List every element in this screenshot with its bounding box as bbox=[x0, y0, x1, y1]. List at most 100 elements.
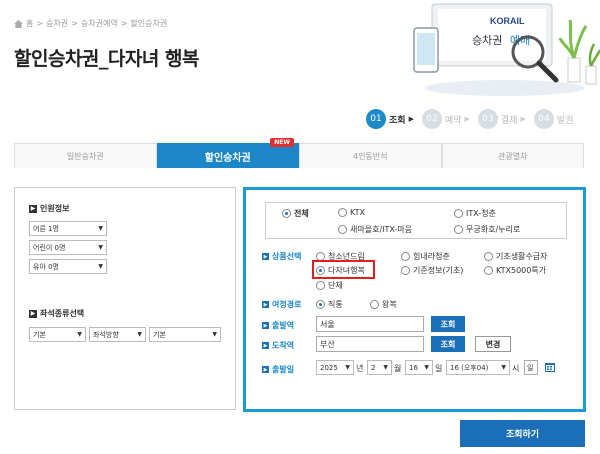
seat-type-heading: ▶ 좌석종류선택 bbox=[29, 308, 84, 319]
radio-dot bbox=[316, 281, 325, 290]
radio-product-group[interactable]: 단체 bbox=[316, 280, 343, 291]
year-unit: 년 bbox=[356, 364, 364, 373]
tab-general-ticket[interactable]: 일반승차권 bbox=[14, 143, 157, 168]
radio-dot bbox=[484, 266, 493, 275]
arrival-search-button[interactable]: 조회 bbox=[431, 336, 465, 352]
hour-value: 16 (오후04) bbox=[450, 363, 489, 372]
radio-label: 왕복 bbox=[382, 300, 397, 309]
arrow-right-icon: ▶ bbox=[262, 366, 269, 373]
tab-four-seat[interactable]: 4인동반석 bbox=[299, 143, 442, 168]
seat-direction-value: 좌석방향 bbox=[93, 330, 119, 339]
departure-label: ▶ 출발역 bbox=[262, 320, 294, 331]
infant-select-value: 유아 0명 bbox=[33, 262, 59, 271]
chevron-right-icon: > bbox=[120, 19, 128, 28]
tab-label: 할인승차권 bbox=[204, 152, 251, 164]
step-number: 02 bbox=[421, 109, 442, 129]
product-label-text: 상품선택 bbox=[272, 252, 302, 261]
tab-discount-ticket[interactable]: 할인승차권 NEW bbox=[156, 138, 299, 168]
hour-select[interactable]: 16 (오후04) ▼ bbox=[446, 360, 510, 375]
radio-product-youth-cheer[interactable]: 힘내라청춘 bbox=[401, 251, 450, 262]
seat-position-select[interactable]: 기본 ▼ bbox=[149, 327, 221, 342]
radio-train-itx-chungchun[interactable]: ITX-청춘 bbox=[454, 208, 496, 219]
radio-train-mugunghwa[interactable]: 무궁화호/누리로 bbox=[454, 224, 520, 235]
adult-select-value: 어른 1명 bbox=[33, 224, 59, 233]
date-label: ▶ 출발일 bbox=[262, 364, 294, 375]
breadcrumb-item[interactable]: 승차권 bbox=[46, 18, 68, 29]
chevron-down-icon: ▼ bbox=[383, 364, 388, 371]
radio-train-saemaeul[interactable]: 새마을호/ITX-마음 bbox=[338, 224, 412, 235]
radio-product-ktx5000[interactable]: KTX5000특가 bbox=[484, 265, 546, 276]
step-issue: 04 발권 bbox=[533, 109, 574, 129]
breadcrumb-item[interactable]: 홈 bbox=[26, 18, 33, 29]
radio-dot bbox=[454, 209, 463, 218]
radio-product-basic-info[interactable]: 기준정보(기초) bbox=[401, 265, 463, 276]
chevron-down-icon: ▼ bbox=[137, 331, 142, 338]
step-label: 결제 bbox=[500, 115, 518, 126]
journey-label-text: 여정경로 bbox=[272, 300, 302, 309]
radio-dot bbox=[338, 225, 347, 234]
radio-journey-roundtrip[interactable]: 왕복 bbox=[370, 299, 397, 310]
tab-tour-train[interactable]: 관광열차 bbox=[441, 143, 584, 168]
radio-dot bbox=[484, 252, 493, 261]
seat-type-value: 기본 bbox=[33, 330, 46, 339]
chevron-down-icon: ▼ bbox=[501, 364, 506, 371]
step-label: 발권 bbox=[556, 115, 574, 126]
arrival-station-input[interactable]: 부산 bbox=[316, 336, 424, 352]
hour-unit: 시 bbox=[512, 364, 520, 373]
arrow-right-icon: ▶ bbox=[29, 204, 37, 213]
year-select[interactable]: 2025 ▼ bbox=[316, 360, 354, 375]
radio-dot bbox=[338, 208, 347, 217]
ticket-type-tabs: 일반승차권 할인승차권 NEW 4인동반석 관광열차 bbox=[14, 138, 584, 168]
radio-journey-direct[interactable]: 직통 bbox=[316, 299, 343, 310]
chevron-down-icon: ▼ bbox=[77, 331, 82, 338]
month-select[interactable]: 2 ▼ bbox=[367, 360, 392, 375]
day-select[interactable]: 16 ▼ bbox=[405, 360, 433, 375]
step-reserve: 02 예약 ▶ bbox=[421, 109, 470, 129]
child-select[interactable]: 어린이 0명 ▼ bbox=[29, 240, 107, 255]
arrival-label-text: 도착역 bbox=[272, 341, 295, 350]
passenger-heading: ▶ 인원정보 bbox=[29, 203, 69, 214]
departure-search-button[interactable]: 조회 bbox=[431, 316, 465, 332]
breadcrumb: 홈 > 승차권 > 승차권예약 > 할인승차권 bbox=[14, 18, 167, 29]
chevron-right-icon: > bbox=[36, 19, 44, 28]
tab-label: 관광열차 bbox=[498, 151, 528, 161]
chevron-down-icon: ▼ bbox=[212, 331, 217, 338]
arrow-right-icon: ▶ bbox=[29, 309, 37, 318]
radio-dot bbox=[316, 300, 325, 309]
calendar-icon[interactable] bbox=[545, 362, 555, 372]
arrow-right-icon: ▶ bbox=[262, 301, 269, 308]
chevron-down-icon: ▼ bbox=[98, 225, 103, 232]
tab-label: 일반승차권 bbox=[66, 151, 104, 161]
home-icon[interactable] bbox=[14, 19, 23, 28]
page-title: 할인승차권_다자녀 행복 bbox=[14, 48, 199, 70]
radio-train-all[interactable]: 전체 bbox=[282, 208, 309, 219]
step-payment: 03 결제 ▶ bbox=[477, 109, 526, 129]
radio-label: 새마을호/ITX-마음 bbox=[350, 225, 413, 234]
radio-label: KTX5000특가 bbox=[496, 266, 547, 275]
departure-station-input[interactable]: 서울 bbox=[316, 316, 424, 332]
radio-label: 기준정보(기초) bbox=[413, 266, 464, 275]
step-label: 조회 bbox=[389, 115, 406, 126]
breadcrumb-item[interactable]: 승차권예약 bbox=[81, 18, 118, 29]
seat-direction-select[interactable]: 좌석방향 ▼ bbox=[89, 327, 146, 342]
step-label: 예약 bbox=[444, 115, 462, 126]
radio-label: 기초생활수급자 bbox=[496, 252, 548, 261]
month-unit: 월 bbox=[394, 364, 402, 373]
step-number: 03 bbox=[477, 109, 498, 129]
chevron-right-icon: ▶ bbox=[408, 115, 414, 123]
radio-train-ktx[interactable]: KTX bbox=[338, 208, 365, 217]
radio-dot bbox=[401, 252, 410, 261]
radio-dot bbox=[454, 225, 463, 234]
seat-type-select[interactable]: 기본 ▼ bbox=[29, 327, 86, 342]
month-value: 2 bbox=[371, 363, 376, 372]
swap-stations-button[interactable]: 변경 bbox=[475, 336, 511, 352]
search-submit-button[interactable]: 조회하기 bbox=[460, 420, 585, 447]
adult-select[interactable]: 어른 1명 ▼ bbox=[29, 221, 107, 236]
departure-label-text: 출발역 bbox=[272, 321, 295, 330]
arrow-right-icon: ▶ bbox=[262, 342, 269, 349]
radio-product-basic-living[interactable]: 기초생활수급자 bbox=[484, 251, 548, 262]
radio-label: 직통 bbox=[328, 300, 343, 309]
seat-type-heading-label: 좌석종류선택 bbox=[40, 309, 85, 318]
radio-label: ITX-청춘 bbox=[466, 209, 496, 218]
infant-select[interactable]: 유아 0명 ▼ bbox=[29, 259, 107, 274]
